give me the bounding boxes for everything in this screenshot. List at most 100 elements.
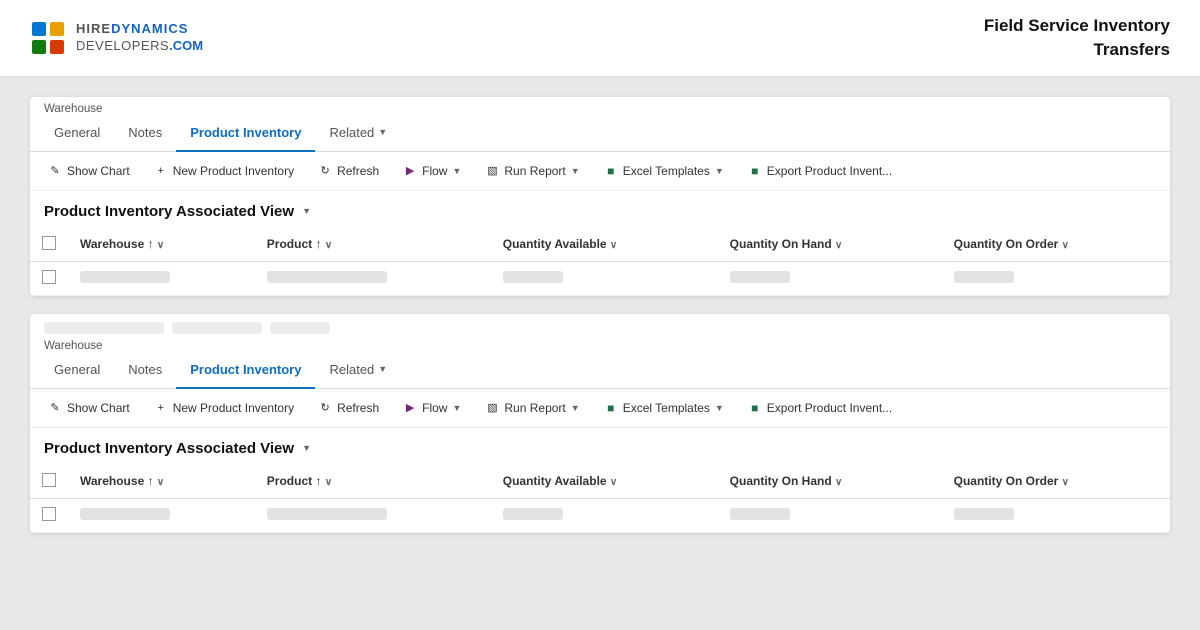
panel1-view-header: Product Inventory Associated View ▼ <box>30 191 1170 228</box>
col-qty-on-order-2[interactable]: Quantity On Order ∨ <box>942 465 1170 499</box>
panel-1: Warehouse General Notes Product Inventor… <box>30 97 1170 296</box>
new-product-inventory-btn-2[interactable]: + New Product Inventory <box>148 397 300 419</box>
report-icon-2: ▧ <box>485 401 499 415</box>
show-chart-btn-1[interactable]: ✎ Show Chart <box>42 160 136 182</box>
excel-chevron-icon-1: ▼ <box>715 166 724 176</box>
panel2-tabs: General Notes Product Inventory Related … <box>30 352 1170 389</box>
panel1-tabs: General Notes Product Inventory Related … <box>30 115 1170 152</box>
related-chevron-icon-2: ▼ <box>378 364 387 374</box>
report-chevron-icon-1: ▼ <box>571 166 580 176</box>
page-title: Field Service Inventory Transfers <box>984 14 1170 62</box>
tab-product-inventory-2[interactable]: Product Inventory <box>176 352 315 389</box>
logo-text: HIREDYNAMICS DEVELOPERS.COM <box>76 21 203 55</box>
panel1-view-title: Product Inventory Associated View <box>44 203 294 220</box>
logo-hire: HIRE <box>76 21 111 36</box>
panel2-breadcrumb: Warehouse <box>30 334 1170 352</box>
excel-templates-btn-2[interactable]: ■ Excel Templates ▼ <box>598 397 730 419</box>
panel2-redacted-label-3 <box>270 322 330 334</box>
show-chart-btn-2[interactable]: ✎ Show Chart <box>42 397 136 419</box>
run-report-btn-2[interactable]: ▧ Run Report ▼ <box>479 397 585 419</box>
row-checkbox-2[interactable] <box>42 507 56 521</box>
panel2-view-title: Product Inventory Associated View <box>44 440 294 457</box>
logo-area: HIREDYNAMICS DEVELOPERS.COM <box>30 20 203 56</box>
logo-icon <box>30 20 66 56</box>
refresh-btn-2[interactable]: ↻ Refresh <box>312 397 385 419</box>
panel2-table: Warehouse ↑ ∨ Product ↑ ∨ Quantity Avail… <box>30 465 1170 533</box>
refresh-icon-2: ↻ <box>318 401 332 415</box>
col-qty-on-hand-1[interactable]: Quantity On Hand ∨ <box>718 228 942 262</box>
cell-qty-on-hand-2 <box>718 498 942 532</box>
excel-chevron-icon-2: ▼ <box>715 403 724 413</box>
flow-chevron-icon-1: ▼ <box>452 166 461 176</box>
row-checkbox-cell-1 <box>30 261 68 295</box>
chart-icon-2: ✎ <box>48 401 62 415</box>
cell-qty-on-order-1 <box>942 261 1170 295</box>
table-header-row-1: Warehouse ↑ ∨ Product ↑ ∨ Quantity Avail… <box>30 228 1170 262</box>
panel2-top-labels <box>30 314 1170 334</box>
logo-dotcom: .COM <box>169 38 203 53</box>
tab-related-2[interactable]: Related ▼ <box>315 352 401 389</box>
col-checkbox-1 <box>30 228 68 262</box>
select-all-checkbox-2[interactable] <box>42 473 56 487</box>
select-all-checkbox-1[interactable] <box>42 236 56 250</box>
col-warehouse-1[interactable]: Warehouse ↑ ∨ <box>68 228 255 262</box>
panel2-view-header: Product Inventory Associated View ▼ <box>30 428 1170 465</box>
col-product-1[interactable]: Product ↑ ∨ <box>255 228 491 262</box>
panel1-breadcrumb: Warehouse <box>30 97 1170 115</box>
cell-warehouse-1 <box>68 261 255 295</box>
col-qty-on-order-1[interactable]: Quantity On Order ∨ <box>942 228 1170 262</box>
chart-icon-1: ✎ <box>48 164 62 178</box>
cell-product-1 <box>255 261 491 295</box>
table-header-row-2: Warehouse ↑ ∨ Product ↑ ∨ Quantity Avail… <box>30 465 1170 499</box>
col-qty-available-1[interactable]: Quantity Available ∨ <box>491 228 718 262</box>
panel2-redacted-label-1 <box>44 322 164 334</box>
panel2-redacted-label-2 <box>172 322 262 334</box>
cell-qty-available-1 <box>491 261 718 295</box>
col-product-2[interactable]: Product ↑ ∨ <box>255 465 491 499</box>
related-chevron-icon-1: ▼ <box>378 127 387 137</box>
panel2-toolbar: ✎ Show Chart + New Product Inventory ↻ R… <box>30 389 1170 428</box>
app-header: HIREDYNAMICS DEVELOPERS.COM Field Servic… <box>0 0 1200 77</box>
run-report-btn-1[interactable]: ▧ Run Report ▼ <box>479 160 585 182</box>
row-checkbox-cell-2 <box>30 498 68 532</box>
row-checkbox-1[interactable] <box>42 270 56 284</box>
tab-general-1[interactable]: General <box>40 115 114 152</box>
tab-related-1[interactable]: Related ▼ <box>315 115 401 152</box>
excel-templates-btn-1[interactable]: ■ Excel Templates ▼ <box>598 160 730 182</box>
flow-btn-2[interactable]: ▶ Flow ▼ <box>397 397 467 419</box>
main-content: Warehouse General Notes Product Inventor… <box>0 77 1200 630</box>
flow-chevron-icon-2: ▼ <box>452 403 461 413</box>
tab-notes-2[interactable]: Notes <box>114 352 176 389</box>
flow-icon-2: ▶ <box>403 401 417 415</box>
report-icon-1: ▧ <box>485 164 499 178</box>
excel-icon-1: ■ <box>604 164 618 178</box>
tab-general-2[interactable]: General <box>40 352 114 389</box>
panel-2: Warehouse General Notes Product Inventor… <box>30 314 1170 533</box>
view-title-chevron-1[interactable]: ▼ <box>302 206 311 216</box>
export-icon-1: ■ <box>748 164 762 178</box>
export-btn-2[interactable]: ■ Export Product Invent... <box>742 397 898 419</box>
logo-dynamics: DYNAMICS <box>111 21 188 36</box>
col-warehouse-2[interactable]: Warehouse ↑ ∨ <box>68 465 255 499</box>
refresh-icon-1: ↻ <box>318 164 332 178</box>
table-row <box>30 498 1170 532</box>
plus-icon-1: + <box>154 164 168 178</box>
tab-product-inventory-1[interactable]: Product Inventory <box>176 115 315 152</box>
export-icon-2: ■ <box>748 401 762 415</box>
cell-qty-on-hand-1 <box>718 261 942 295</box>
cell-qty-on-order-2 <box>942 498 1170 532</box>
col-checkbox-2 <box>30 465 68 499</box>
cell-qty-available-2 <box>491 498 718 532</box>
col-qty-on-hand-2[interactable]: Quantity On Hand ∨ <box>718 465 942 499</box>
refresh-btn-1[interactable]: ↻ Refresh <box>312 160 385 182</box>
new-product-inventory-btn-1[interactable]: + New Product Inventory <box>148 160 300 182</box>
col-qty-available-2[interactable]: Quantity Available ∨ <box>491 465 718 499</box>
view-title-chevron-2[interactable]: ▼ <box>302 443 311 453</box>
flow-icon-1: ▶ <box>403 164 417 178</box>
export-btn-1[interactable]: ■ Export Product Invent... <box>742 160 898 182</box>
cell-warehouse-2 <box>68 498 255 532</box>
cell-product-2 <box>255 498 491 532</box>
panel1-table: Warehouse ↑ ∨ Product ↑ ∨ Quantity Avail… <box>30 228 1170 296</box>
tab-notes-1[interactable]: Notes <box>114 115 176 152</box>
flow-btn-1[interactable]: ▶ Flow ▼ <box>397 160 467 182</box>
